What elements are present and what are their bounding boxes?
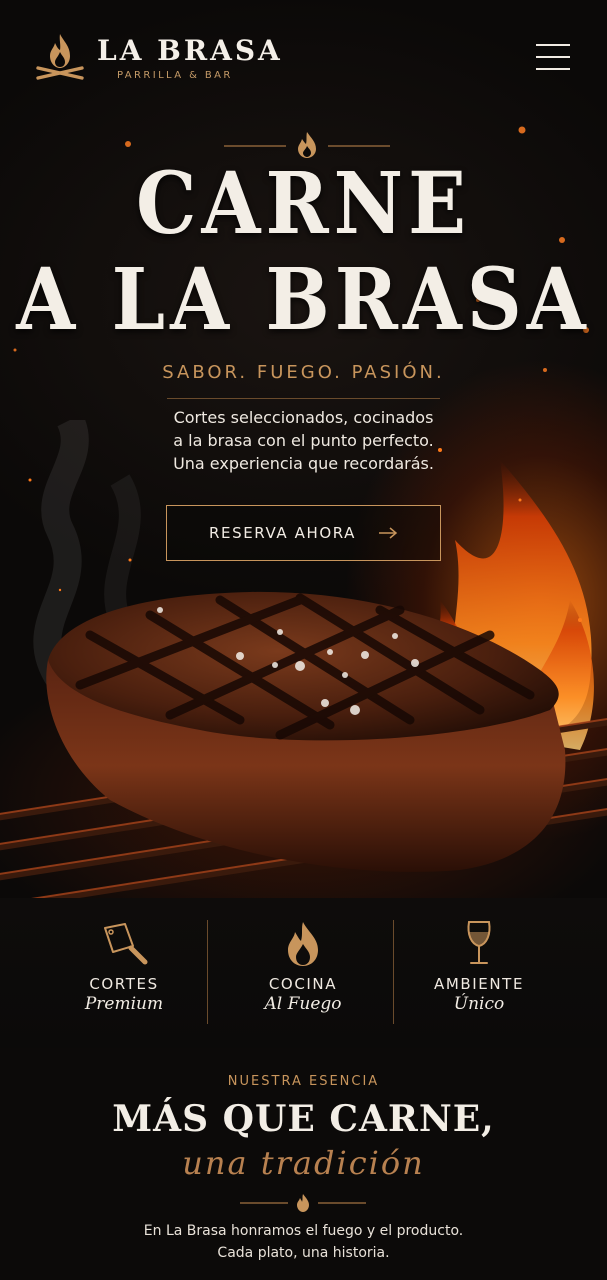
hero-title-line1: CARNE: [135, 153, 471, 254]
essence-script-title: una tradición: [182, 1144, 425, 1182]
hero-description-line: Cortes seleccionados, cocinados: [173, 408, 434, 427]
hamburger-menu-icon[interactable]: [530, 40, 576, 76]
hero-tagline: SABOR. FUEGO. PASIÓN.: [162, 362, 445, 383]
essence-description: En La Brasa honramos el fuego y el produ…: [0, 1220, 607, 1264]
hero-steak-image: [0, 420, 607, 898]
cleaver-icon: [104, 923, 148, 965]
flame-ornament-icon: [240, 1194, 366, 1212]
reserve-button[interactable]: RESERVA AHORA: [166, 505, 441, 561]
tagline-divider: [167, 398, 440, 399]
feature-subtitle: Premium: [84, 994, 164, 1014]
feature-title: COCINA: [268, 975, 338, 993]
feature-title: CORTES: [89, 975, 159, 993]
site-header: LA BRASA PARRILLA & BAR: [0, 0, 607, 110]
flame-crossed-logs-icon[interactable]: [34, 30, 86, 82]
essence-description-line: Cada plato, una historia.: [217, 1245, 390, 1261]
feature-cortes: CORTES Premium: [31, 898, 217, 1048]
features-section: CORTES Premium COCINA Al Fuego AMBIENTE …: [0, 898, 607, 1048]
feature-divider: [207, 920, 208, 1024]
hero-description-line: a la brasa con el punto perfecto.: [173, 431, 434, 450]
hero-title-line2: A LA BRASA: [16, 249, 591, 350]
brand-subtitle: PARRILLA & BAR: [117, 70, 233, 81]
arrow-right-icon: [379, 527, 398, 539]
feature-title: AMBIENTE: [433, 975, 525, 993]
essence-description-line: En La Brasa honramos el fuego y el produ…: [143, 1223, 464, 1239]
hero-description: Cortes seleccionados, cocinados a la bra…: [0, 406, 607, 475]
essence-title: MÁS QUE CARNE,: [112, 1098, 495, 1140]
feature-ambiente: AMBIENTE Único: [386, 898, 572, 1048]
wine-glass-icon: [467, 921, 491, 964]
essence-section: NUESTRA ESENCIA MÁS QUE CARNE, una tradi…: [0, 1048, 607, 1280]
feature-subtitle: Único: [453, 994, 505, 1014]
brand-name[interactable]: LA BRASA: [97, 34, 283, 67]
feature-subtitle: Al Fuego: [264, 994, 342, 1014]
essence-eyebrow: NUESTRA ESENCIA: [227, 1074, 380, 1089]
hero-description-line: Una experiencia que recordarás.: [173, 454, 434, 473]
feature-cocina: COCINA Al Fuego: [210, 898, 396, 1048]
flame-icon: [288, 922, 318, 966]
hero-section: LA BRASA PARRILLA & BAR CARNE A LA BRASA…: [0, 0, 607, 898]
reserve-button-label: RESERVA AHORA: [208, 524, 357, 542]
